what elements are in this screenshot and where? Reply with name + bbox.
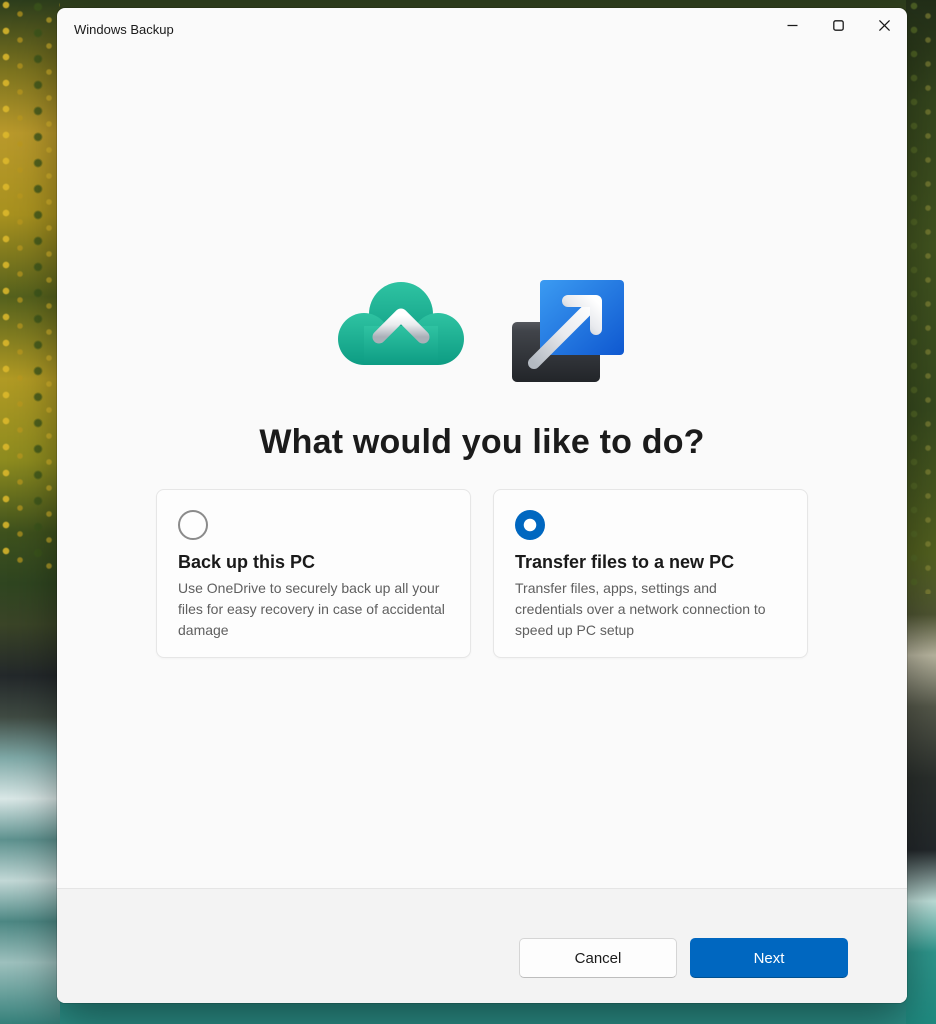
- title-bar[interactable]: Windows Backup: [57, 8, 907, 52]
- option-title: Transfer files to a new PC: [515, 552, 735, 572]
- cloud-backup-icon: [337, 277, 465, 394]
- option-cards: Back up this PC Use OneDrive to securely…: [156, 489, 808, 658]
- window-title: Windows Backup: [74, 22, 174, 37]
- window-controls: [769, 8, 907, 42]
- option-title: Back up this PC: [178, 552, 316, 572]
- maximize-button[interactable]: [815, 8, 861, 42]
- option-description: Transfer files, apps, settings and crede…: [515, 580, 766, 638]
- next-button[interactable]: Next: [690, 938, 848, 978]
- dialog-content: What would you like to do? Back up this …: [57, 52, 907, 888]
- cancel-button[interactable]: Cancel: [519, 938, 677, 978]
- maximize-icon: [832, 19, 844, 31]
- minimize-icon: [787, 20, 798, 31]
- close-button[interactable]: [861, 8, 907, 42]
- feature-icons: [337, 277, 627, 392]
- radio-transfer-files[interactable]: [515, 510, 545, 540]
- radio-backup-this-pc[interactable]: [178, 510, 208, 540]
- dialog-footer: Cancel Next: [57, 888, 907, 1003]
- page-title: What would you like to do?: [259, 423, 705, 461]
- wallpaper-left-strip: [0, 0, 60, 1024]
- option-card-transfer-files[interactable]: Transfer files to a new PC Transfer file…: [493, 489, 808, 658]
- transfer-pc-icon: [507, 277, 627, 392]
- option-card-backup-this-pc[interactable]: Back up this PC Use OneDrive to securely…: [156, 489, 471, 658]
- minimize-button[interactable]: [769, 8, 815, 42]
- wallpaper-right-strip: [906, 0, 936, 1024]
- close-icon: [878, 19, 890, 31]
- option-description: Use OneDrive to securely back up all you…: [178, 580, 445, 638]
- windows-backup-window: Windows Backup What would you like to do…: [57, 8, 907, 1003]
